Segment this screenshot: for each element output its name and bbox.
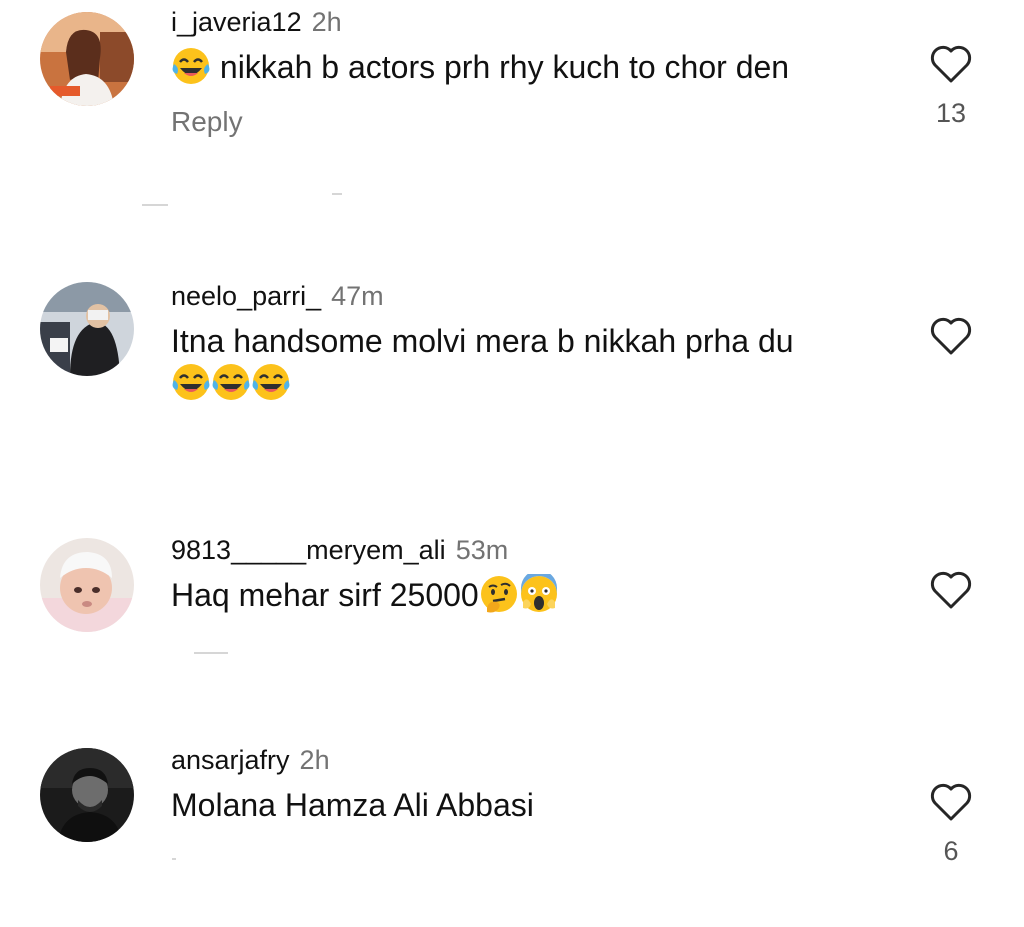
username[interactable]: ansarjafry [171,745,290,775]
tears-of-joy-emoji [251,362,291,402]
comment-text-body: Molana Hamza Ali Abbasi [171,787,534,823]
timestamp: 47m [331,281,384,311]
heart-outline-icon[interactable] [929,570,973,610]
comment-text: Itna handsome molvi mera b nikkah prha d… [171,320,884,404]
avatar[interactable] [40,748,134,842]
heart-outline-icon[interactable] [929,782,973,822]
comment-text: Molana Hamza Ali Abbasi [171,784,884,826]
comment-item: ansarjafry 2h Molana Hamza Ali Abbasi 6 [0,738,1024,927]
avatar-photo [40,282,134,376]
timestamp: 2h [311,7,342,37]
avatar[interactable] [40,12,134,106]
timestamp: 53m [455,535,509,565]
screaming-face-emoji [519,574,559,614]
reply-button[interactable]: Reply [171,106,884,138]
comment-item: i_javeria12 2h nikkah b actors prh rhy ku… [0,0,1024,230]
heart-outline-icon[interactable] [929,316,973,356]
comment-text-body: nikkah b actors prh rhy kuch to chor den [219,49,790,85]
comment-item: 9813_____meryem_ali 53m Haq mehar sirf 25… [0,524,1024,694]
avatar[interactable] [40,538,134,632]
tears-of-joy-emoji [171,362,211,402]
like-control [928,570,974,610]
like-count: 6 [943,836,959,866]
like-count: 13 [935,98,967,128]
username[interactable]: i_javeria12 [171,7,302,37]
comment-text: Haq mehar sirf 25000 [171,574,884,616]
tears-of-joy-emoji [211,362,251,402]
avatar-photo [40,538,134,632]
like-control: 6 [928,782,974,867]
username[interactable]: 9813_____meryem_ali [171,535,446,565]
comment-item: neelo_parri_ 47m Itna handsome molvi mera… [0,270,1024,500]
heart-outline-icon[interactable] [929,44,973,84]
avatar-photo [40,12,134,106]
tears-of-joy-emoji [171,46,211,86]
like-control [928,316,974,356]
avatar[interactable] [40,282,134,376]
like-control: 13 [928,44,974,129]
thinking-face-emoji [479,574,519,614]
comment-text-body: Haq mehar sirf 25000 [171,577,479,613]
comment-text: nikkah b actors prh rhy kuch to chor den [171,46,884,88]
username[interactable]: neelo_parri_ [171,281,321,311]
avatar-photo [40,748,134,842]
timestamp: 2h [299,745,330,775]
comment-text-body: Itna handsome molvi mera b nikkah prha d… [171,323,794,359]
